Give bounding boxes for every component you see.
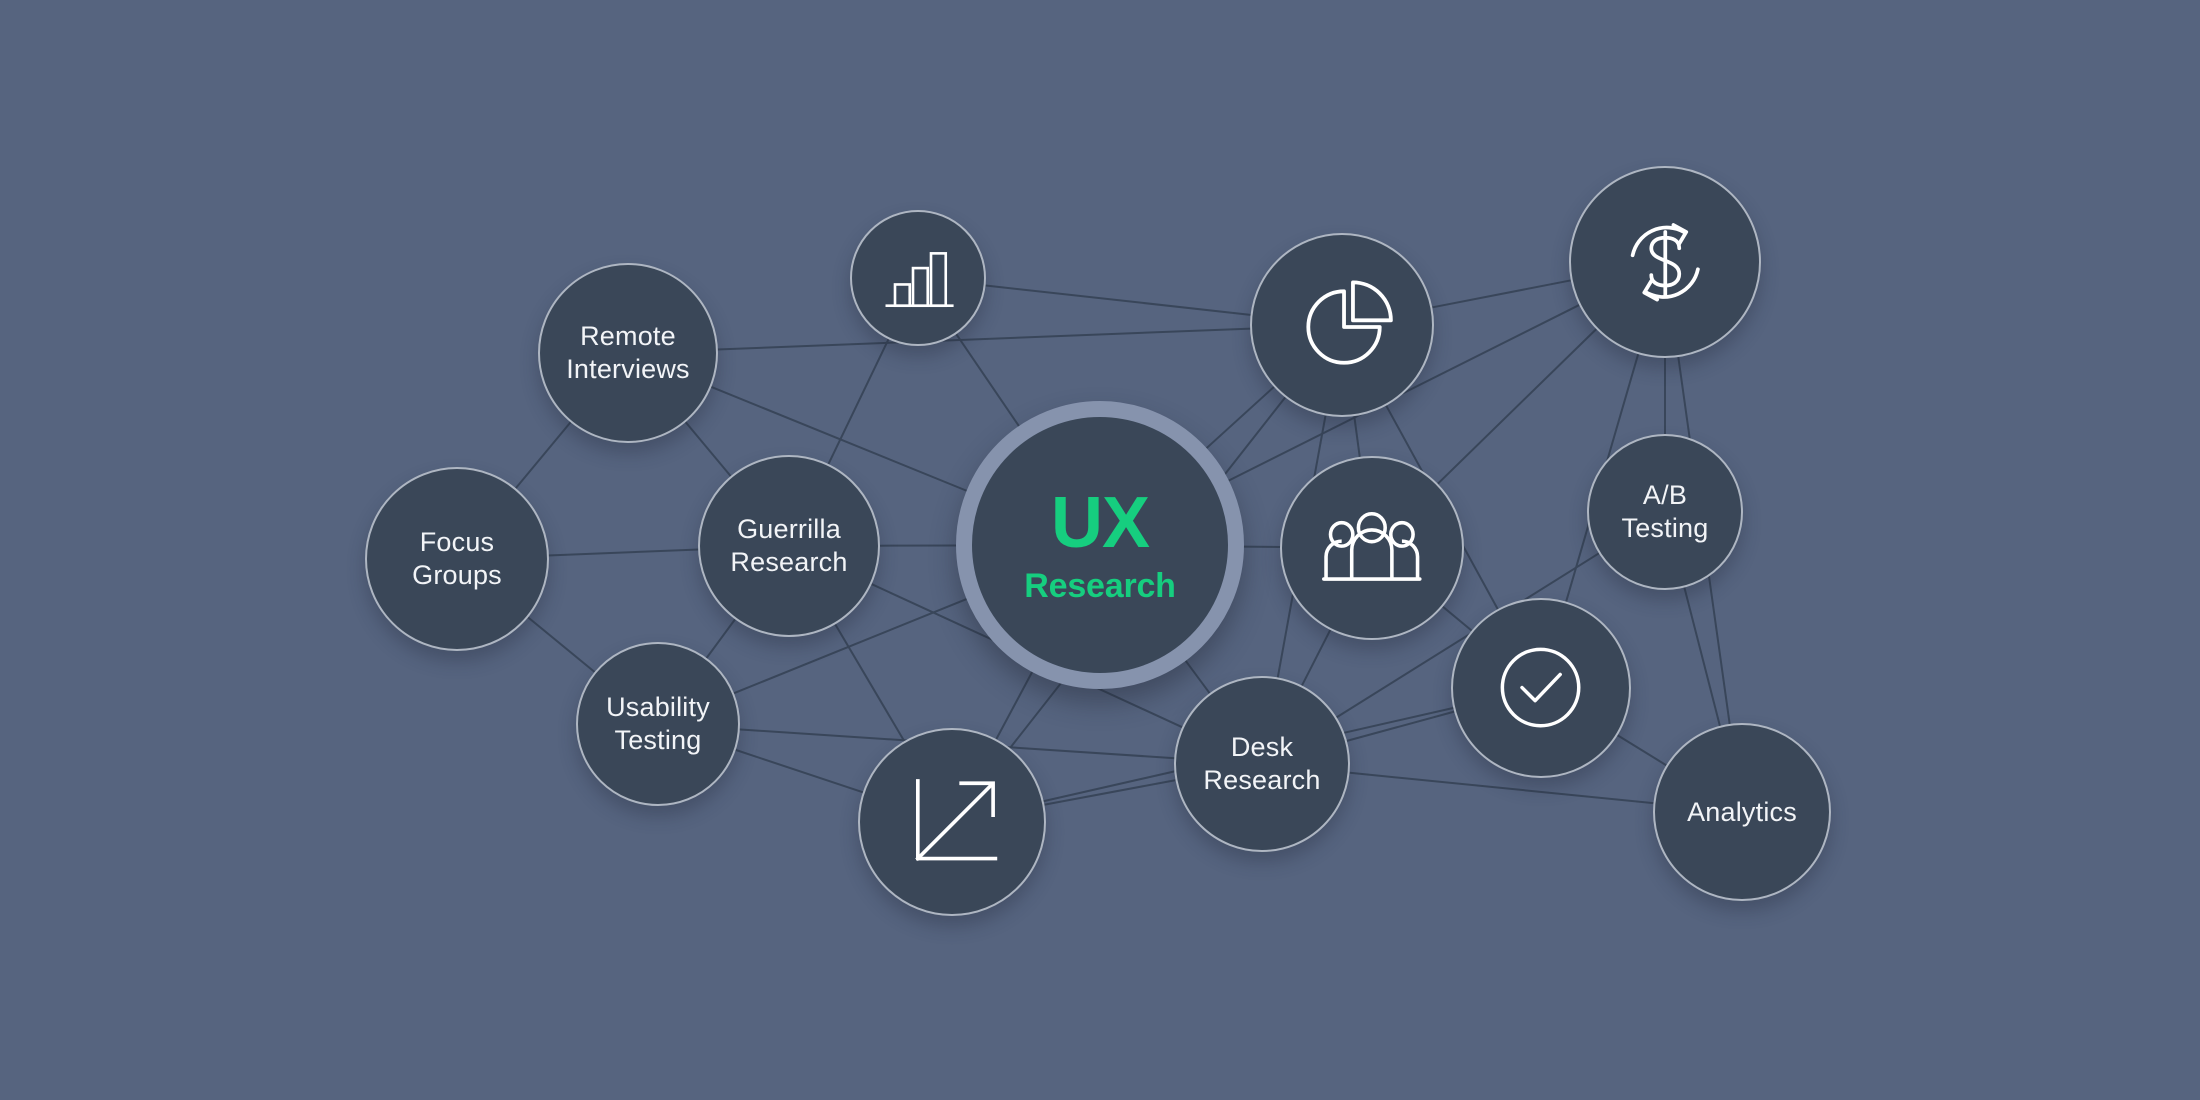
users-group-icon xyxy=(1316,492,1428,604)
edge-validation-to-desk-research xyxy=(1345,710,1456,743)
edge-remote-interviews-to-focus-groups xyxy=(514,420,572,490)
node-center-ux-research[interactable]: UX Research xyxy=(956,401,1244,689)
node-label-focus-groups: Focus Groups xyxy=(412,527,502,590)
node-ab-testing[interactable]: A/B Testing xyxy=(1587,434,1743,590)
check-circle-icon xyxy=(1486,633,1595,742)
edge-pie-chart-to-users xyxy=(1353,415,1361,458)
edge-focus-groups-to-usability-testing xyxy=(526,615,597,674)
edge-growth-to-desk-research xyxy=(1043,779,1177,806)
pie-chart-icon xyxy=(1286,269,1398,381)
growth-arrow-icon xyxy=(895,765,1009,879)
edge-guerrilla-research-to-usability-testing xyxy=(705,617,737,660)
edge-roi-to-users xyxy=(1436,327,1598,486)
bar-chart-icon xyxy=(877,237,959,319)
node-users[interactable] xyxy=(1280,456,1464,640)
edge-desk-research-to-analytics xyxy=(1348,771,1655,805)
edge-bar-chart-to-center xyxy=(954,332,1021,428)
node-analytics[interactable]: Analytics xyxy=(1653,723,1831,901)
ux-research-network-diagram: Remote Interviews Focus Groups Guerrilla … xyxy=(0,0,2200,1100)
center-title: UX xyxy=(1050,483,1150,563)
edge-usability-testing-to-growth xyxy=(734,748,865,794)
edge-users-to-desk-research xyxy=(1300,628,1332,687)
node-label-desk-research: Desk Research xyxy=(1203,732,1321,795)
node-pie-chart[interactable] xyxy=(1250,233,1434,417)
node-label-ab-testing: A/B Testing xyxy=(1621,480,1709,543)
center-label-group: UX Research xyxy=(1024,487,1176,603)
edge-validation-to-analytics xyxy=(1616,733,1668,767)
edge-guerrilla-research-to-growth xyxy=(833,622,906,743)
node-bar-chart[interactable] xyxy=(850,210,986,346)
edge-remote-interviews-to-pie-chart xyxy=(716,327,1252,351)
edge-users-to-validation xyxy=(1441,605,1474,632)
edge-pie-chart-to-roi xyxy=(1431,279,1572,309)
edge-ab-testing-to-analytics xyxy=(1683,586,1722,728)
node-usability-testing[interactable]: Usability Testing xyxy=(576,642,740,806)
node-roi[interactable] xyxy=(1569,166,1761,358)
node-validation[interactable] xyxy=(1451,598,1631,778)
edge-bar-chart-to-pie-chart xyxy=(984,284,1252,316)
edge-pie-chart-to-center xyxy=(1205,385,1276,450)
edge-focus-groups-to-guerrilla-research xyxy=(547,548,700,557)
node-remote-interviews[interactable]: Remote Interviews xyxy=(538,263,718,443)
edge-center-to-desk-research xyxy=(1184,659,1212,695)
node-label-remote-interviews: Remote Interviews xyxy=(566,321,690,384)
edge-remote-interviews-to-guerrilla-research xyxy=(684,420,733,478)
node-guerrilla-research[interactable]: Guerrilla Research xyxy=(698,455,880,637)
edge-center-to-growth xyxy=(994,670,1034,741)
node-label-guerrilla-research: Guerrilla Research xyxy=(730,514,848,577)
dollar-cycle-icon xyxy=(1607,204,1724,321)
center-subtitle: Research xyxy=(1024,567,1176,605)
node-label-analytics: Analytics xyxy=(1687,796,1797,827)
node-desk-research[interactable]: Desk Research xyxy=(1174,676,1350,852)
node-label-usability-testing: Usability Testing xyxy=(606,692,710,755)
node-focus-groups[interactable]: Focus Groups xyxy=(365,467,549,651)
node-growth[interactable] xyxy=(858,728,1046,916)
